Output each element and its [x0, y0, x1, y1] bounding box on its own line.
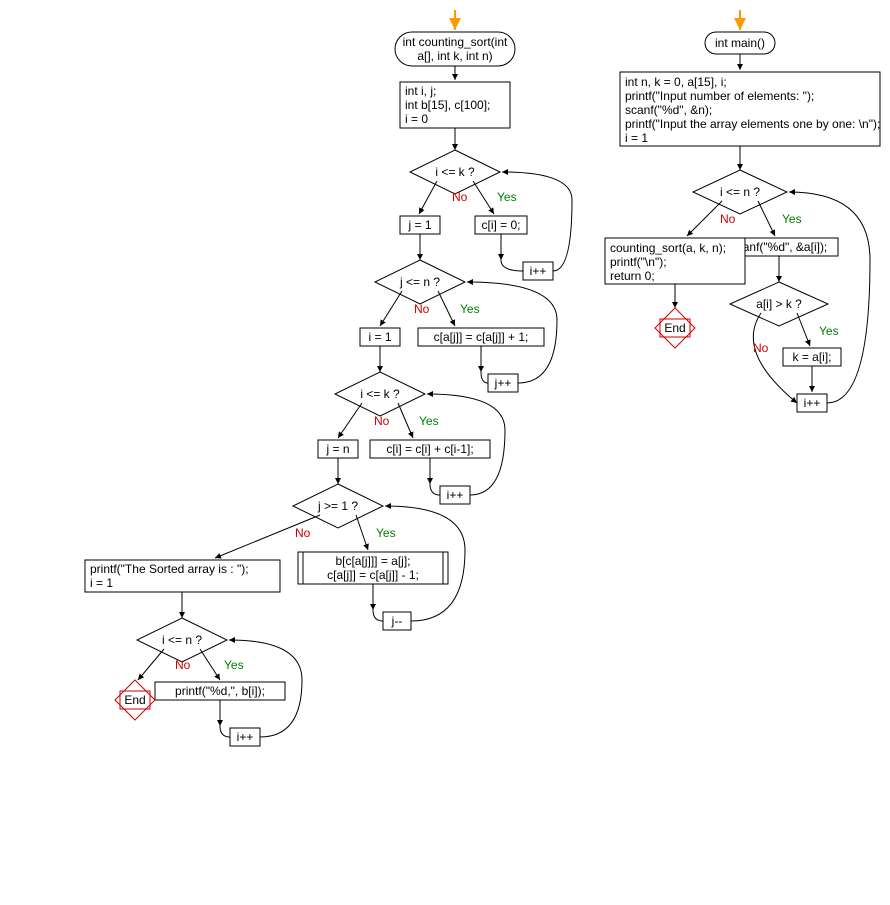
m-cond1-no-text2: printf("\n"); [610, 255, 667, 269]
cs-init-box: int i, j; int b[15], c[100]; i = 0 [400, 82, 510, 128]
cs-cond4-dec-text: j-- [391, 614, 403, 628]
m-end-terminator: End [655, 308, 695, 348]
cs-init1: int i, j; [405, 84, 436, 98]
cs-cond3-yes-label: Yes [419, 414, 439, 428]
cs-cond2-no-text: i = 1 [368, 330, 391, 344]
m-cond1-no-text1: counting_sort(a, k, n); [610, 241, 726, 255]
cs-func-sig-line1: int counting_sort(int [403, 35, 508, 49]
m-cond2-yes-text: k = a[i]; [792, 350, 831, 364]
cs-cond3-inc-text: i++ [447, 488, 464, 502]
m-init5: i = 1 [625, 131, 648, 145]
cs-cond2-label: j <= n ? [399, 275, 440, 289]
m-cond2-diamond: a[i] > k ? [730, 282, 828, 326]
m-cond1-label: i <= n ? [720, 185, 760, 199]
cs-cond3-yes-text: c[i] = c[i] + c[i-1]; [386, 442, 473, 456]
m-init2: printf("Input number of elements: "); [625, 89, 814, 103]
cs-cond3-no-text: j = n [325, 442, 349, 456]
cs-cond1-no-label: No [452, 190, 468, 204]
cs-cond1-no-text: j = 1 [407, 218, 431, 232]
m-func-terminator: int main() [705, 32, 775, 54]
cs-cond5-yes-label: Yes [224, 658, 244, 672]
cs-end-terminator: End [115, 680, 155, 720]
cs-init3: i = 0 [405, 112, 428, 126]
cs-cond4-yes-label: Yes [376, 526, 396, 540]
cs-cond4-yes-text1: b[c[a[j]]] = a[j]; [335, 554, 410, 568]
cs-cond4-no-text2: i = 1 [90, 576, 113, 590]
cs-cond3-label: i <= k ? [360, 387, 400, 401]
cs-cond4-diamond: j >= 1 ? [293, 484, 383, 528]
cs-cond4-yes-box: b[c[a[j]]] = a[j]; c[a[j]] = c[a[j]] - 1… [298, 552, 448, 584]
m-cond1-no-text3: return 0; [610, 269, 655, 283]
flowchart-canvas: int counting_sort(int a[], int k, int n)… [0, 0, 890, 905]
cs-cond1-yes-text: c[i] = 0; [481, 218, 520, 232]
cs-cond2-yes-label: Yes [460, 302, 480, 316]
cs-cond4-label: j >= 1 ? [317, 499, 358, 513]
m-cond2-inc-text: i++ [804, 396, 821, 410]
m-cond1-yes-label: Yes [782, 212, 802, 226]
cs-func-sig-line2: a[], int k, int n) [417, 49, 492, 63]
cs-cond5-no-label: No [175, 658, 191, 672]
cs-cond4-no-text1: printf("The Sorted array is : "); [90, 562, 249, 576]
m-init-box: int n, k = 0, a[15], i; printf("Input nu… [620, 72, 880, 146]
m-init1: int n, k = 0, a[15], i; [625, 75, 727, 89]
cs-cond5-label: i <= n ? [162, 633, 202, 647]
cs-cond1-yes-label: Yes [497, 190, 517, 204]
cs-func-terminator: int counting_sort(int a[], int k, int n) [395, 32, 515, 66]
m-func-sig: int main() [715, 36, 765, 50]
cs-cond4-no-label: No [295, 526, 311, 540]
m-init4: printf("Input the array elements one by … [625, 117, 880, 131]
cs-cond2-inc-text: j++ [494, 376, 512, 390]
cs-end-label: End [124, 693, 145, 707]
cs-cond5-inc-text: i++ [237, 730, 254, 744]
m-cond2-yes-label: Yes [819, 324, 839, 338]
cs-cond4-yes-text2: c[a[j]] = c[a[j]] - 1; [327, 568, 419, 582]
cs-cond3-no-label: No [374, 414, 390, 428]
cs-init2: int b[15], c[100]; [405, 98, 490, 112]
m-cond1-diamond: i <= n ? [693, 170, 787, 214]
m-cond2-no-label: No [753, 341, 769, 355]
cs-cond2-no-label: No [414, 302, 430, 316]
cs-cond5-diamond: i <= n ? [137, 618, 227, 662]
m-end-label: End [664, 321, 685, 335]
m-cond1-no-label: No [720, 212, 736, 226]
cs-cond1-diamond: i <= k ? [410, 150, 500, 194]
m-init3: scanf("%d", &n); [625, 103, 712, 117]
cs-cond2-yes-text: c[a[j]] = c[a[j]] + 1; [434, 330, 529, 344]
cs-cond2-diamond: j <= n ? [375, 260, 465, 304]
cs-cond5-yes-text: printf("%d,", b[i]); [175, 684, 265, 698]
cs-cond1-label: i <= k ? [435, 165, 475, 179]
m-cond2-label: a[i] > k ? [756, 297, 802, 311]
cs-cond1-inc-text: i++ [530, 264, 547, 278]
cs-cond3-diamond: i <= k ? [335, 372, 425, 416]
